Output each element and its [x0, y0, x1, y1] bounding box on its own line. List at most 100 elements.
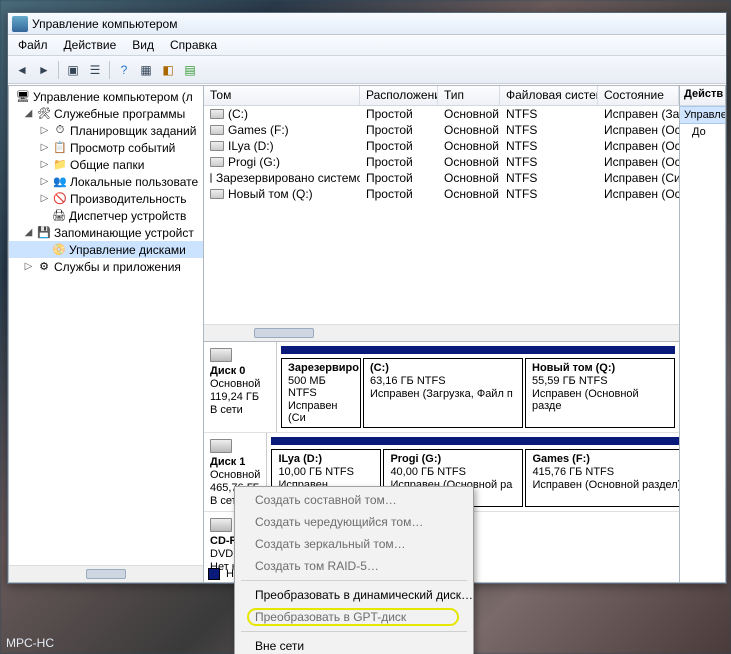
partition-size: 415,76 ГБ NTFS: [532, 466, 679, 478]
cell-volume: Progi (G:): [204, 155, 360, 169]
tree-root[interactable]: 🖥Управление компьютером (л: [9, 88, 203, 105]
partition-size: 63,16 ГБ NTFS: [370, 375, 516, 387]
col-fs[interactable]: Файловая система: [500, 86, 598, 105]
expand-icon[interactable]: ▷: [39, 159, 50, 170]
volume-list-header: Том Расположение Тип Файловая система Со…: [204, 86, 679, 106]
ctx-convert-gpt[interactable]: Преобразовать в GPT-диск: [237, 606, 471, 628]
menu-view[interactable]: Вид: [124, 36, 162, 54]
up-button[interactable]: ▣: [63, 60, 83, 80]
tree-item-task-scheduler[interactable]: ▷⏱Планировщик заданий: [9, 122, 203, 139]
expand-icon[interactable]: ▷: [23, 261, 34, 272]
ctx-create-mirrored[interactable]: Создать зеркальный том…: [237, 533, 471, 555]
actions-item-more[interactable]: До: [680, 124, 725, 140]
volume-icon: [210, 173, 212, 183]
refresh-button[interactable]: ▦: [136, 60, 156, 80]
cell-layout: Простой: [360, 107, 438, 121]
partition[interactable]: (C:)63,16 ГБ NTFSИсправен (Загрузка, Фай…: [363, 358, 523, 428]
tree-item-shared-folders[interactable]: ▷📁Общие папки: [9, 156, 203, 173]
expand-icon[interactable]: ▷: [39, 176, 50, 187]
tree-scrollbar[interactable]: [9, 565, 203, 582]
ctx-separator: [241, 580, 467, 581]
expand-icon[interactable]: ▷: [39, 125, 50, 136]
tree-item-disk-management[interactable]: 📀Управление дисками: [9, 241, 203, 258]
perf-icon: 🚫: [52, 191, 68, 207]
partition-size: 500 МБ NTFS: [288, 375, 354, 399]
partition[interactable]: Games (F:)415,76 ГБ NTFSИсправен (Основн…: [525, 449, 679, 507]
cell-status: Исправен (Основной ра: [598, 187, 679, 201]
collapse-icon[interactable]: ◢: [23, 227, 34, 238]
menubar: Файл Действие Вид Справка: [8, 35, 726, 56]
collapse-icon[interactable]: ◢: [23, 108, 34, 119]
col-volume[interactable]: Том: [204, 86, 360, 105]
cell-status: Исправен (Загрузка, Фай: [598, 107, 679, 121]
partition[interactable]: Новый том (Q:)55,59 ГБ NTFSИсправен (Осн…: [525, 358, 675, 428]
cell-layout: Простой: [360, 155, 438, 169]
actions-item-disk-management[interactable]: Управле: [680, 106, 725, 124]
disk-header-bar: [271, 437, 679, 445]
app-icon: [12, 16, 28, 32]
tree-item-local-users[interactable]: ▷👥Локальные пользовате: [9, 173, 203, 190]
tree-item-device-manager[interactable]: 🖨Диспетчер устройств: [9, 207, 203, 224]
ctx-create-spanned[interactable]: Создать составной том…: [237, 489, 471, 511]
tree-group-system-tools[interactable]: ◢🛠Служебные программы: [9, 105, 203, 122]
partition-state: Исправен (Основной раздел): [532, 479, 679, 491]
disk-row: Диск 0Основной119,24 ГБВ сетиЗарезервиро…: [204, 342, 679, 433]
disk-label[interactable]: Диск 0Основной119,24 ГБВ сети: [204, 342, 277, 432]
ctx-offline[interactable]: Вне сети: [237, 635, 471, 654]
partition-size: 10,00 ГБ NTFS: [278, 466, 374, 478]
volume-icon: [210, 125, 224, 135]
titlebar[interactable]: Управление компьютером: [8, 13, 726, 35]
tree-item-performance[interactable]: ▷🚫Производительность: [9, 190, 203, 207]
partition-state: Исправен (Си: [288, 400, 354, 424]
table-row[interactable]: Зарезервировано системойПростойОсновнойN…: [204, 170, 679, 186]
cell-volume: Games (F:): [204, 123, 360, 137]
cell-fs: NTFS: [500, 155, 598, 169]
partition-state: Исправен (Загрузка, Файл п: [370, 388, 516, 400]
tree-group-services[interactable]: ▷⚙Службы и приложения: [9, 258, 203, 275]
cell-fs: NTFS: [500, 107, 598, 121]
ctx-convert-dynamic[interactable]: Преобразовать в динамический диск…: [237, 584, 471, 606]
volume-list-scrollbar[interactable]: [204, 324, 679, 341]
scrollbar-thumb[interactable]: [86, 569, 126, 579]
tools-icon: 🛠: [36, 106, 52, 122]
col-status[interactable]: Состояние: [598, 86, 679, 105]
ctx-create-striped[interactable]: Создать чередующийся том…: [237, 511, 471, 533]
ctx-create-raid5[interactable]: Создать том RAID-5…: [237, 555, 471, 577]
folder-icon: 📁: [52, 157, 68, 173]
mpc-hc-label: MPC-HC: [0, 634, 60, 652]
partition-name: ILya (D:): [278, 453, 374, 465]
scrollbar-thumb[interactable]: [254, 328, 314, 338]
disk-size: 119,24 ГБ: [210, 391, 270, 403]
table-row[interactable]: ILya (D:)ПростойОсновнойNTFSИсправен (Ос…: [204, 138, 679, 154]
cell-type: Основной: [438, 155, 500, 169]
cell-layout: Простой: [360, 171, 438, 185]
back-button[interactable]: ◄: [12, 60, 32, 80]
cell-volume: Зарезервировано системой: [204, 171, 360, 185]
cell-volume: (C:): [204, 107, 360, 121]
legend-swatch: [208, 568, 220, 580]
icon-button[interactable]: ▤: [180, 60, 200, 80]
table-row[interactable]: Progi (G:)ПростойОсновнойNTFSИсправен (О…: [204, 154, 679, 170]
properties-button[interactable]: ☰: [85, 60, 105, 80]
expand-icon[interactable]: ▷: [39, 193, 50, 204]
storage-icon: 💾: [36, 225, 52, 241]
menu-action[interactable]: Действие: [56, 36, 125, 54]
col-layout[interactable]: Расположение: [360, 86, 438, 105]
actions-pane: Действ Управле До: [680, 85, 726, 583]
menu-help[interactable]: Справка: [162, 36, 225, 54]
help-button[interactable]: ?: [114, 60, 134, 80]
partition[interactable]: Зарезервиро500 МБ NTFSИсправен (Си: [281, 358, 361, 428]
partition-state: Исправен (Основной разде: [532, 388, 668, 412]
table-row[interactable]: Games (F:)ПростойОсновнойNTFSИсправен (О…: [204, 122, 679, 138]
context-menu: Создать составной том… Создать чередующи…: [234, 486, 474, 654]
icon-button[interactable]: ◧: [158, 60, 178, 80]
expand-icon[interactable]: ▷: [39, 142, 50, 153]
tree-group-storage[interactable]: ◢💾Запоминающие устройст: [9, 224, 203, 241]
menu-file[interactable]: Файл: [10, 36, 56, 54]
table-row[interactable]: Новый том (Q:)ПростойОсновнойNTFSИсправе…: [204, 186, 679, 202]
tree-item-event-viewer[interactable]: ▷📋Просмотр событий: [9, 139, 203, 156]
forward-button[interactable]: ►: [34, 60, 54, 80]
col-type[interactable]: Тип: [438, 86, 500, 105]
table-row[interactable]: (C:)ПростойОсновнойNTFSИсправен (Загрузк…: [204, 106, 679, 122]
computer-icon: 🖥: [15, 89, 31, 105]
